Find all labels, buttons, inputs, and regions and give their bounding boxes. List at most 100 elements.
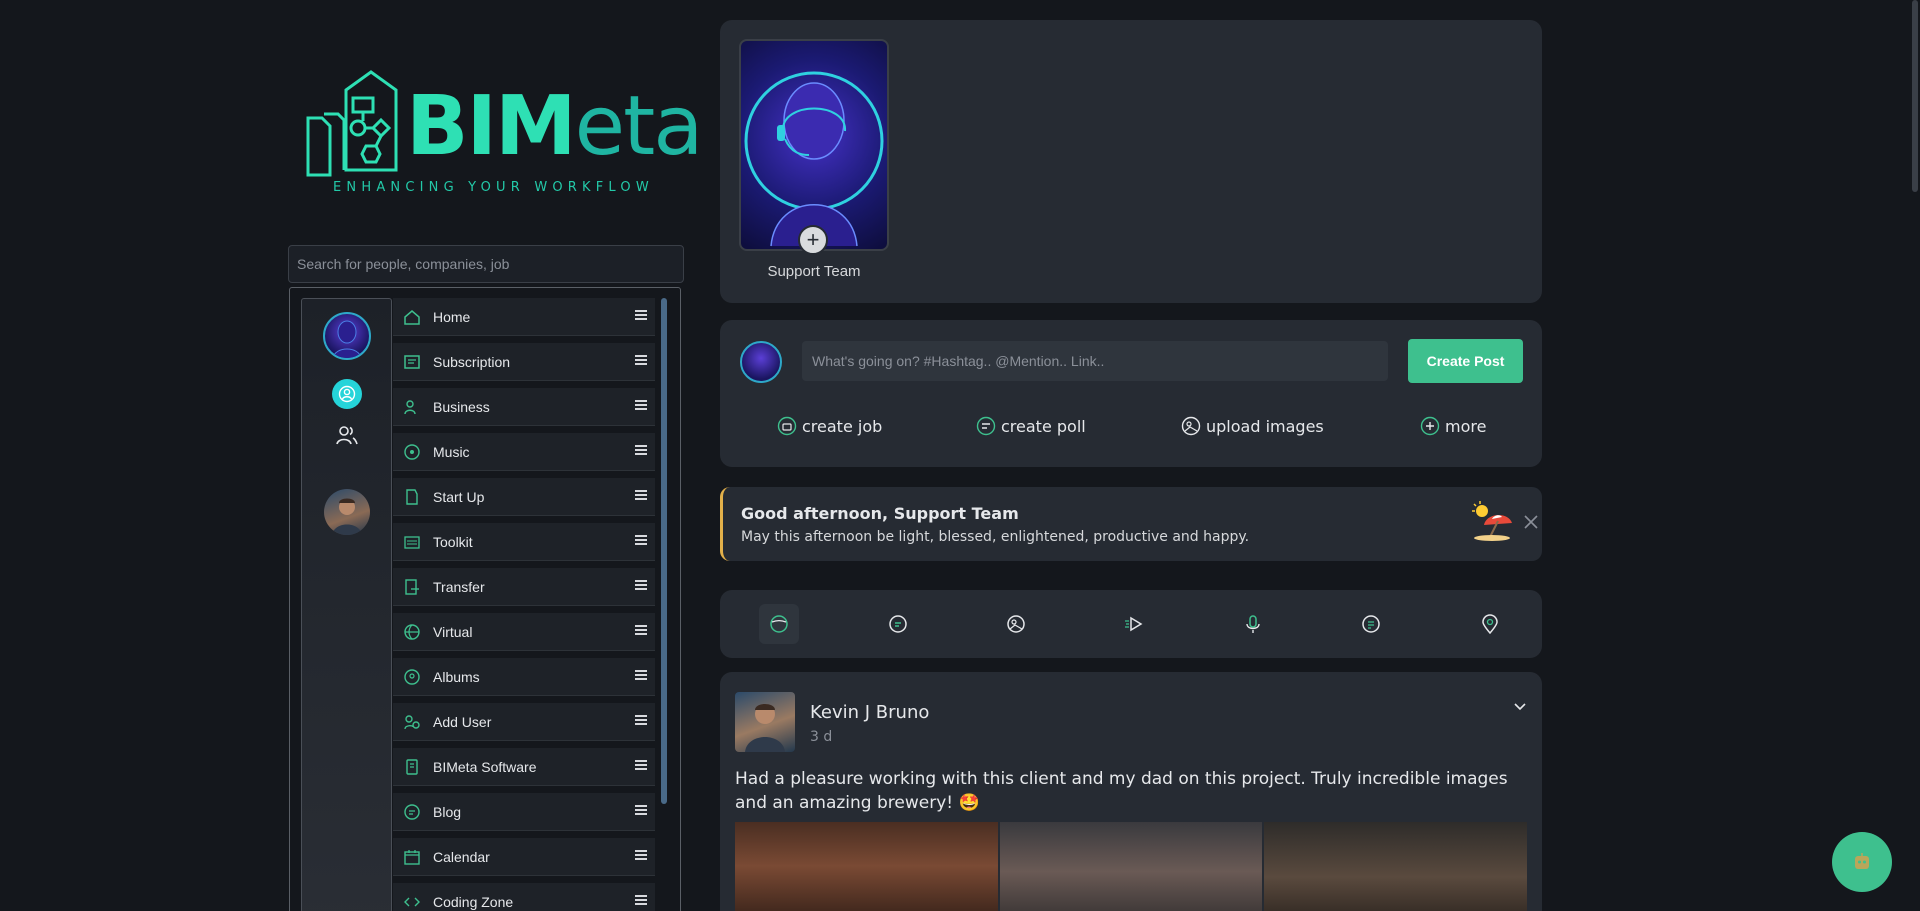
subscription-icon: [404, 354, 420, 369]
hamburger-icon[interactable]: [635, 310, 647, 320]
greeting-title: Good afternoon, Support Team: [741, 504, 1019, 523]
chevron-down-icon[interactable]: [1512, 698, 1528, 714]
story-name: Support Team: [767, 263, 861, 280]
add-story-button[interactable]: +: [798, 225, 828, 255]
chat-icon: [889, 615, 907, 633]
hamburger-icon[interactable]: [635, 400, 647, 410]
sidebar-item-label: Business: [433, 398, 490, 415]
sidebar-item-business[interactable]: Business: [393, 388, 655, 426]
hamburger-icon[interactable]: [635, 535, 647, 545]
search-input[interactable]: [288, 245, 684, 283]
create-post-button[interactable]: Create Post: [1408, 339, 1523, 383]
transfer-icon: [405, 578, 419, 595]
sidebar-item-label: Toolkit: [433, 533, 473, 550]
sidebar-item-virtual[interactable]: Virtual: [393, 613, 655, 651]
sidebar-item-add-user[interactable]: Add User: [393, 703, 655, 741]
logo-tagline: ENHANCING YOUR WORKFLOW: [333, 180, 654, 195]
close-icon[interactable]: [1523, 514, 1539, 530]
sidebar-item-label: Home: [433, 308, 471, 325]
sidebar-item-label: Transfer: [433, 578, 485, 595]
post-image[interactable]: [1264, 822, 1528, 911]
compose-actions: create job create poll upload images mor…: [720, 416, 1542, 440]
hamburger-icon[interactable]: [635, 715, 647, 725]
hamburger-icon[interactable]: [635, 805, 647, 815]
author-avatar[interactable]: [735, 692, 795, 752]
sidebar-item-coding-zone[interactable]: Coding Zone: [393, 883, 655, 911]
sidebar-item-albums[interactable]: Albums: [393, 658, 655, 696]
logo-wordmark: BIMeta: [406, 79, 703, 174]
sidebar-item-start-up[interactable]: Start Up: [393, 478, 655, 516]
plus-circle-icon: [1420, 416, 1440, 436]
sidebar-item-bimeta-software[interactable]: BIMeta Software: [393, 748, 655, 786]
add-user-icon: [404, 714, 420, 729]
post-input[interactable]: [802, 341, 1388, 381]
avatar[interactable]: [323, 312, 371, 360]
globe-icon: [404, 623, 420, 640]
post-author[interactable]: Kevin J Bruno: [810, 702, 929, 723]
user-avatar[interactable]: [324, 489, 370, 535]
filter-photos-button[interactable]: [996, 604, 1036, 644]
sidebar-item-calendar[interactable]: Calendar: [393, 838, 655, 876]
sidebar-item-toolkit[interactable]: Toolkit: [393, 523, 655, 561]
sidebar-item-transfer[interactable]: Transfer: [393, 568, 655, 606]
post-gallery: [735, 822, 1528, 911]
filter-text-button[interactable]: [878, 604, 918, 644]
blog-icon: [404, 803, 420, 820]
hamburger-icon[interactable]: [635, 760, 647, 770]
feed-post: Kevin J Bruno 3 d Had a pleasure working…: [720, 672, 1542, 911]
globe-icon: [770, 615, 788, 633]
hamburger-icon[interactable]: [635, 895, 647, 905]
sidebar-item-label: Blog: [433, 803, 462, 820]
hamburger-icon[interactable]: [635, 850, 647, 860]
filter-audio-button[interactable]: [1233, 604, 1273, 644]
avatar: [740, 341, 782, 383]
sidebar-item-label: Music: [433, 443, 470, 460]
hamburger-icon[interactable]: [635, 490, 647, 500]
story-thumbnail[interactable]: [739, 39, 889, 251]
create-job-button[interactable]: create job: [777, 416, 882, 436]
sidebar-item-label: Albums: [433, 668, 480, 685]
upload-images-button[interactable]: upload images: [1181, 416, 1324, 436]
home-icon: [404, 309, 420, 325]
business-icon: [404, 399, 416, 414]
sidebar-item-label: Coding Zone: [433, 893, 514, 910]
people-icon[interactable]: [335, 423, 359, 447]
user-circle-icon: [338, 385, 356, 403]
video-icon: [1125, 616, 1143, 632]
hamburger-icon[interactable]: [635, 355, 647, 365]
feed-filter-bar: [720, 590, 1542, 658]
albums-icon: [404, 668, 420, 685]
filter-all-button[interactable]: [759, 604, 799, 644]
hamburger-icon[interactable]: [635, 670, 647, 680]
sidebar-item-blog[interactable]: Blog: [393, 793, 655, 831]
sidebar-item-label: Subscription: [433, 353, 511, 370]
chat-button[interactable]: [1832, 832, 1892, 892]
stories-panel: + Support Team: [720, 20, 1542, 303]
startup-icon: [406, 488, 418, 505]
hamburger-icon[interactable]: [635, 580, 647, 590]
sidebar-item-label: Start Up: [433, 488, 485, 505]
image-icon: [1181, 416, 1201, 436]
sidebar-item-music[interactable]: Music: [393, 433, 655, 471]
post-image[interactable]: [735, 822, 998, 911]
software-icon: [406, 758, 418, 775]
filter-videos-button[interactable]: [1114, 604, 1154, 644]
sidebar-item-subscription[interactable]: Subscription: [393, 343, 655, 381]
profile-toggle[interactable]: [332, 379, 362, 409]
document-icon: [1362, 615, 1380, 633]
more-button[interactable]: more: [1420, 416, 1486, 436]
post-image[interactable]: [999, 822, 1263, 911]
menu-scrollbar[interactable]: [661, 298, 667, 804]
filter-files-button[interactable]: [1351, 604, 1391, 644]
bimeta-logo[interactable]: BIMeta ENHANCING YOUR WORKFLOW: [300, 68, 703, 198]
hamburger-icon[interactable]: [635, 625, 647, 635]
main-menu: Home Subscription Business Music Start Up Too…: [393, 298, 655, 911]
chat-bot-icon: [1855, 853, 1869, 869]
sidebar-item-label: Calendar: [433, 848, 490, 865]
code-icon: [404, 897, 420, 906]
create-poll-button[interactable]: create poll: [976, 416, 1086, 436]
filter-location-button[interactable]: [1470, 604, 1510, 644]
page-scrollbar[interactable]: [1912, 0, 1918, 192]
sidebar-item-home[interactable]: Home: [393, 298, 655, 336]
hamburger-icon[interactable]: [635, 445, 647, 455]
